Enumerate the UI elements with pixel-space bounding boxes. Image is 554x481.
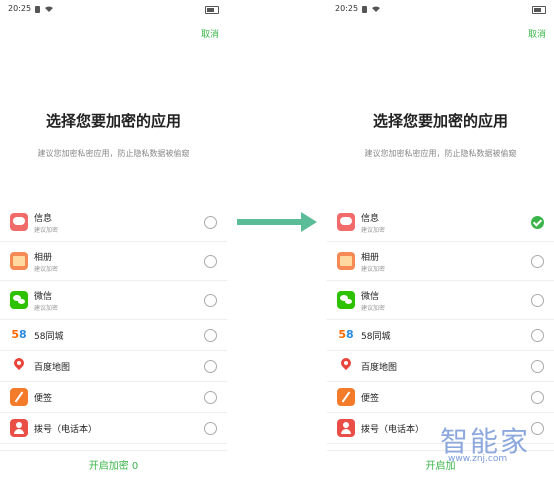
- app-hint: 建议加密: [361, 227, 386, 234]
- app-name: 百度地图: [34, 363, 71, 373]
- 58-icon: 58: [337, 326, 355, 344]
- gallery-icon: [337, 252, 355, 270]
- app-name: 信息: [361, 214, 380, 224]
- app-name: 58同城: [34, 332, 64, 342]
- app-list: 信息 建议加密 相册 建议加密 微信 建议加密 58 58同城 百度地图 便签 …: [327, 203, 554, 444]
- app-row-wechat[interactable]: 微信 建议加密: [0, 281, 227, 320]
- app-name: 信息: [34, 214, 53, 224]
- map-icon: [10, 357, 28, 375]
- app-row-gallery[interactable]: 相册 建议加密: [327, 242, 554, 281]
- arrow-right-icon: [237, 212, 319, 232]
- app-name: 拨号（电话本）: [34, 425, 98, 435]
- wifi-icon: [372, 6, 380, 12]
- status-bar: 20:25: [8, 4, 219, 16]
- watermark-logo: 智能家 www.znj.com: [440, 420, 550, 475]
- app-name: 微信: [34, 292, 53, 302]
- cancel-button[interactable]: 取消: [201, 27, 219, 40]
- app-name: 便签: [34, 394, 53, 404]
- app-list: 信息 建议加密 相册 建议加密 微信 建议加密 58 58同城 百度地图 便签 …: [0, 203, 227, 444]
- bottom-bar: 开启加密 0: [0, 450, 227, 481]
- app-row-gallery[interactable]: 相册 建议加密: [0, 242, 227, 281]
- select-radio[interactable]: [204, 216, 217, 229]
- battery-icon: [532, 6, 546, 14]
- watermark-url: www.znj.com: [448, 454, 508, 464]
- app-name: 微信: [361, 292, 380, 302]
- select-radio[interactable]: [531, 255, 544, 268]
- app-row-wechat[interactable]: 微信 建议加密: [327, 281, 554, 320]
- app-row-baidu-map[interactable]: 百度地图: [327, 351, 554, 382]
- sim-icon: [362, 6, 367, 13]
- message-icon: [337, 213, 355, 231]
- cancel-button[interactable]: 取消: [528, 27, 546, 40]
- select-radio[interactable]: [204, 329, 217, 342]
- app-name: 58同城: [361, 332, 391, 342]
- app-hint: 建议加密: [361, 266, 386, 273]
- page-title: 选择您要加密的应用: [372, 112, 508, 130]
- select-radio[interactable]: [204, 255, 217, 268]
- status-bar: 20:25: [335, 4, 546, 16]
- wifi-icon: [45, 6, 53, 12]
- select-radio[interactable]: [204, 360, 217, 373]
- app-row-notes[interactable]: 便签: [0, 382, 227, 413]
- app-name: 百度地图: [361, 363, 398, 373]
- select-radio[interactable]: [204, 294, 217, 307]
- app-name: 便签: [361, 394, 380, 404]
- app-hint: 建议加密: [34, 305, 59, 312]
- start-encryption-button[interactable]: 开启加密 0: [0, 457, 227, 472]
- dialer-icon: [337, 419, 355, 437]
- app-hint: 建议加密: [34, 227, 59, 234]
- wechat-icon: [337, 291, 355, 309]
- select-radio[interactable]: [204, 422, 217, 435]
- app-row-baidu-map[interactable]: 百度地图: [0, 351, 227, 382]
- 58-icon-digit: 8: [19, 328, 27, 341]
- notes-icon: [337, 388, 355, 406]
- page-subtitle: 建议您加密私密应用，防止隐私数据被偷窥: [37, 149, 190, 158]
- notes-icon: [10, 388, 28, 406]
- screen-before: 20:25 取消 选择您要加密的应用 建议您加密私密应用，防止隐私数据被偷窥 信…: [0, 0, 227, 481]
- app-row-58[interactable]: 58 58同城: [0, 320, 227, 351]
- select-radio[interactable]: [531, 360, 544, 373]
- battery-icon: [205, 6, 219, 14]
- 58-icon-digit: 5: [11, 328, 19, 341]
- select-radio[interactable]: [531, 294, 544, 307]
- 58-icon-digit: 8: [346, 328, 354, 341]
- sim-icon: [35, 6, 40, 13]
- select-radio[interactable]: [531, 391, 544, 404]
- page-title: 选择您要加密的应用: [45, 112, 181, 130]
- screen-after: 20:25 取消 选择您要加密的应用 建议您加密私密应用，防止隐私数据被偷窥 信…: [327, 0, 554, 481]
- message-icon: [10, 213, 28, 231]
- select-radio[interactable]: [204, 391, 217, 404]
- app-row-58[interactable]: 58 58同城: [327, 320, 554, 351]
- gallery-icon: [10, 252, 28, 270]
- select-radio-checked[interactable]: [531, 216, 544, 229]
- map-icon: [337, 357, 355, 375]
- app-row-dialer[interactable]: 拨号（电话本）: [0, 413, 227, 444]
- app-row-messages[interactable]: 信息 建议加密: [0, 203, 227, 242]
- select-radio[interactable]: [531, 329, 544, 342]
- dialer-icon: [10, 419, 28, 437]
- page-subtitle: 建议您加密私密应用，防止隐私数据被偷窥: [364, 149, 517, 158]
- wechat-icon: [10, 291, 28, 309]
- 58-icon: 58: [10, 326, 28, 344]
- 58-icon-digit: 5: [338, 328, 346, 341]
- app-hint: 建议加密: [361, 305, 386, 312]
- app-row-notes[interactable]: 便签: [327, 382, 554, 413]
- app-hint: 建议加密: [34, 266, 59, 273]
- app-name: 拨号（电话本）: [361, 425, 425, 435]
- status-time: 20:25: [335, 4, 359, 13]
- app-name: 相册: [34, 253, 53, 263]
- app-name: 相册: [361, 253, 380, 263]
- status-time: 20:25: [8, 4, 32, 13]
- app-row-messages[interactable]: 信息 建议加密: [327, 203, 554, 242]
